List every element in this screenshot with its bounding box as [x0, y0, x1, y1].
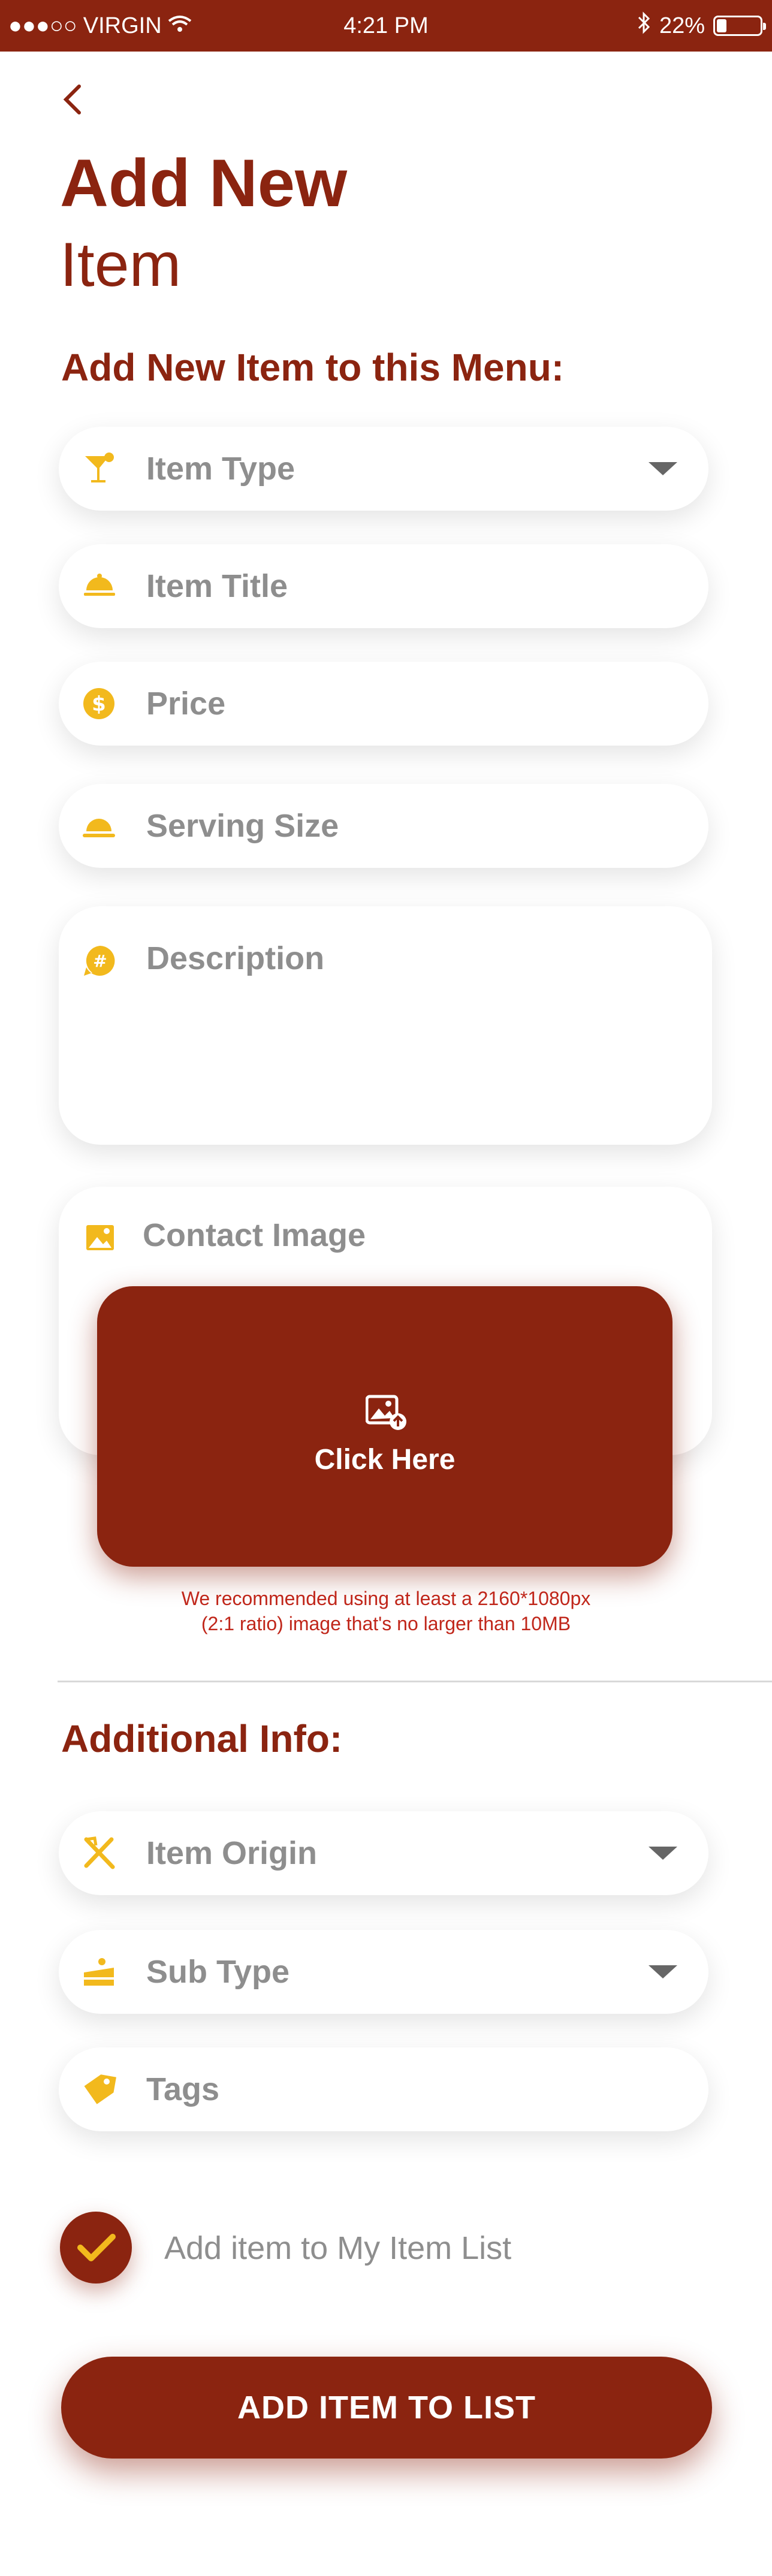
section-divider: [58, 1681, 772, 1682]
status-right: 22%: [637, 11, 766, 40]
tags-input[interactable]: Tags: [59, 2047, 708, 2131]
cake-icon: [82, 1954, 116, 1989]
status-bar: ●●●○○ VIRGIN 4:21 PM 22%: [0, 0, 772, 52]
serving-dish-icon: [82, 809, 116, 843]
dollar-icon: $: [82, 686, 116, 721]
svg-text:$: $: [92, 692, 106, 716]
sub-type-placeholder: Sub Type: [146, 1954, 290, 1990]
hash-icon: #: [83, 943, 117, 978]
check-icon: [77, 2234, 116, 2261]
item-type-select[interactable]: Item Type: [59, 427, 708, 511]
tags-placeholder: Tags: [146, 2071, 220, 2107]
upload-hint-line1: We recommended using at least a 2160*108…: [181, 1588, 591, 1609]
cocktail-icon: [82, 451, 116, 486]
add-to-list-label[interactable]: Add item to My Item List: [164, 2230, 511, 2267]
price-placeholder: Price: [146, 686, 226, 722]
item-origin-select[interactable]: Item Origin: [59, 1811, 708, 1895]
price-input[interactable]: $ Price: [59, 662, 708, 746]
chevron-down-icon: [649, 462, 677, 475]
upload-hint-line2: (2:1 ratio) image that's no larger than …: [201, 1613, 571, 1634]
description-textarea[interactable]: # Description: [59, 906, 712, 1145]
utensils-icon: [82, 1836, 116, 1871]
form-section-title: Add New Item to this Menu:: [61, 346, 565, 389]
item-title-input[interactable]: Item Title: [59, 544, 708, 628]
item-origin-placeholder: Item Origin: [146, 1835, 318, 1871]
page-subtitle: Item: [60, 230, 182, 300]
serving-size-input[interactable]: Serving Size: [59, 784, 708, 868]
page-title: Add New: [60, 146, 348, 221]
item-title-placeholder: Item Title: [146, 568, 288, 604]
serving-size-placeholder: Serving Size: [146, 808, 339, 844]
upload-label: Click Here: [314, 1444, 456, 1476]
item-type-placeholder: Item Type: [146, 451, 295, 487]
cloche-icon: [82, 569, 116, 604]
chevron-down-icon: [649, 1847, 677, 1860]
svg-text:#: #: [93, 951, 107, 971]
battery-percent: 22%: [659, 13, 705, 38]
upload-image-button[interactable]: Click Here: [97, 1286, 673, 1567]
additional-section-title: Additional Info:: [61, 1717, 343, 1760]
image-icon: [83, 1220, 117, 1255]
contact-image-label: Contact Image: [143, 1217, 366, 1253]
description-placeholder: Description: [146, 940, 325, 976]
battery-icon: [713, 16, 766, 36]
chevron-left-icon: [63, 85, 81, 114]
bluetooth-icon: [637, 11, 651, 40]
sub-type-select[interactable]: Sub Type: [59, 1930, 708, 2014]
tag-icon: [82, 2072, 116, 2107]
upload-image-icon: [365, 1394, 408, 1431]
add-to-list-checkbox[interactable]: [60, 2212, 132, 2284]
add-item-button[interactable]: ADD ITEM TO LIST: [61, 2357, 712, 2459]
chevron-down-icon: [649, 1965, 677, 1978]
back-button[interactable]: [55, 82, 91, 117]
